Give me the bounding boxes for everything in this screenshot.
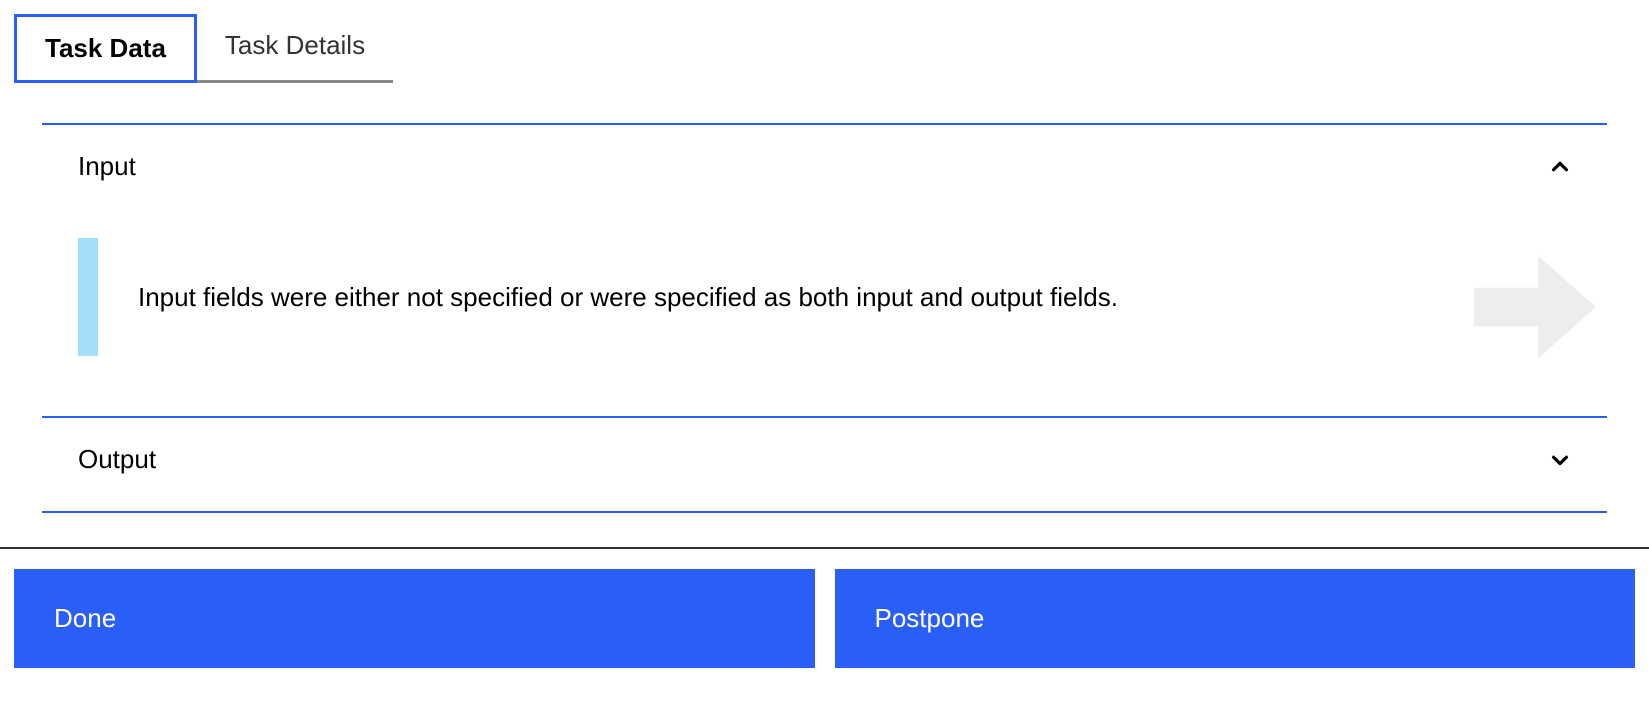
chevron-up-icon bbox=[1549, 156, 1571, 178]
postpone-button[interactable]: Postpone bbox=[835, 569, 1636, 668]
section-output-title: Output bbox=[78, 444, 156, 475]
section-output-header[interactable]: Output bbox=[42, 418, 1607, 501]
input-message-text: Input fields were either not specified o… bbox=[138, 279, 1118, 315]
arrow-right-icon bbox=[1455, 227, 1615, 387]
action-button-row: Done Postpone bbox=[0, 549, 1649, 688]
tab-task-details[interactable]: Task Details bbox=[197, 14, 393, 83]
section-input-body: Input fields were either not specified o… bbox=[42, 208, 1607, 406]
chevron-down-icon bbox=[1549, 449, 1571, 471]
section-input-title: Input bbox=[78, 151, 136, 182]
done-button[interactable]: Done bbox=[14, 569, 815, 668]
tab-task-data[interactable]: Task Data bbox=[14, 14, 197, 83]
section-input-header[interactable]: Input bbox=[42, 125, 1607, 208]
content-area: Input Input fields were either not speci… bbox=[0, 83, 1649, 513]
section-divider bbox=[42, 511, 1607, 513]
info-accent-bar bbox=[78, 238, 98, 356]
input-message-block: Input fields were either not specified o… bbox=[78, 238, 1571, 356]
tab-bar: Task Data Task Details bbox=[0, 0, 1649, 83]
